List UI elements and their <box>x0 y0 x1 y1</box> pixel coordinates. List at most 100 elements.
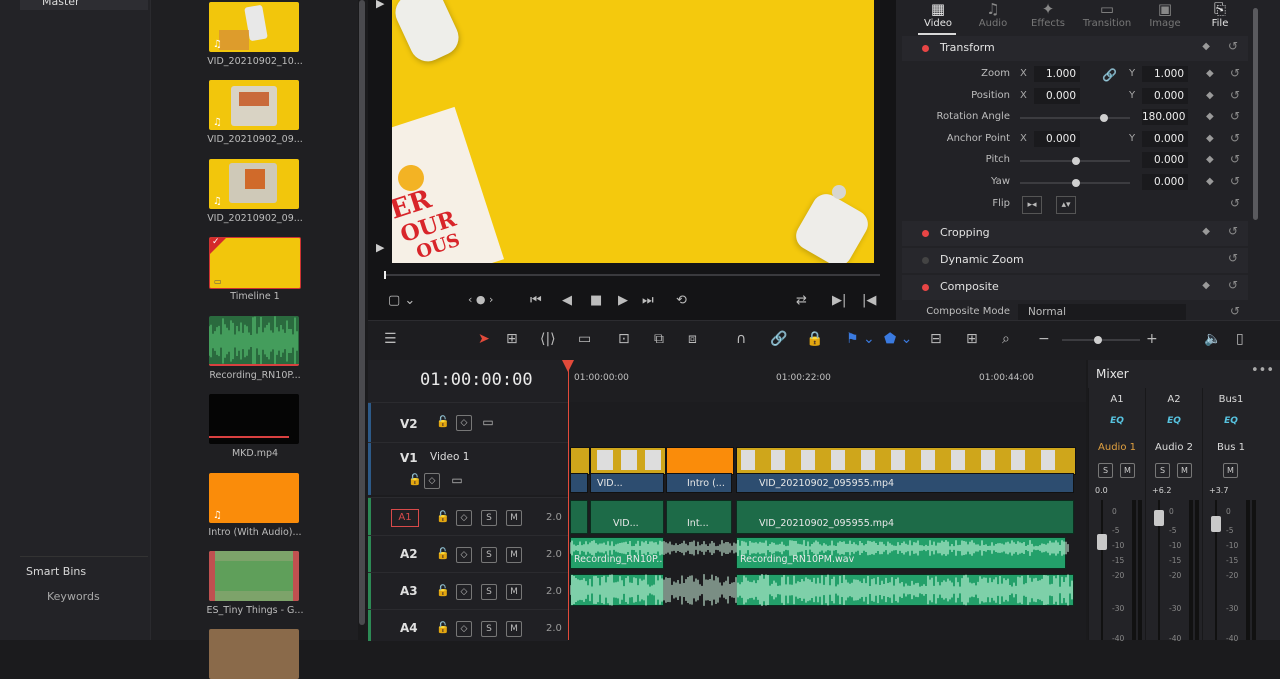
solo-button[interactable]: S <box>481 547 497 563</box>
tab-effects[interactable]: ✦ Effects <box>1024 0 1072 29</box>
zoom-full-icon[interactable]: ⊟ <box>930 331 942 347</box>
track-header-v1[interactable]: V1 Video 1 🔓 ◇ ▭ <box>368 442 568 495</box>
keyframe-icon[interactable]: ◆ <box>1206 90 1214 101</box>
loop-icon[interactable]: ⟲ <box>676 293 687 308</box>
more-options-icon[interactable]: ••• <box>1251 363 1274 378</box>
enable-toggle[interactable] <box>922 230 929 237</box>
go-to-end-icon[interactable]: ⏭ <box>642 293 654 308</box>
zoom-detail-icon[interactable]: ⊞ <box>966 331 978 347</box>
eq-button[interactable]: EQ <box>1146 416 1202 426</box>
position-lock-icon[interactable]: 🔒 <box>806 331 823 347</box>
composite-mode-select[interactable]: Normal <box>1018 304 1186 320</box>
video-clip[interactable]: Intro (... <box>666 473 732 493</box>
video-clip[interactable] <box>570 473 588 493</box>
pitch-field[interactable]: 0.000 <box>1142 152 1188 168</box>
keyframe-icon[interactable]: ◆ <box>1202 226 1210 237</box>
media-clip-thumbnail[interactable]: ♫ <box>209 2 299 52</box>
mute-button[interactable]: M <box>1223 463 1238 478</box>
keyframe-icon[interactable]: ◆ <box>1206 111 1214 122</box>
zoom-slider[interactable] <box>1062 336 1140 344</box>
flip-horizontal-icon[interactable]: ▸◂ <box>1022 196 1042 214</box>
section-cropping[interactable]: Cropping ◆ ↺ <box>902 221 1248 246</box>
tab-file[interactable]: ⎘ File <box>1196 0 1244 29</box>
viewer-scrubber[interactable] <box>384 271 880 279</box>
audio-clip-thumbnail[interactable] <box>209 316 299 366</box>
disable-track-icon[interactable]: ▭ <box>481 415 495 429</box>
tab-audio[interactable]: ♫ Audio <box>969 0 1017 29</box>
play-icon[interactable]: ▶ <box>618 293 628 308</box>
section-dynamic-zoom[interactable]: Dynamic Zoom ↺ <box>902 248 1248 273</box>
volume-icon[interactable]: 🔈 <box>1204 331 1221 347</box>
viewer-frame[interactable]: ER OUR OUS <box>392 0 874 263</box>
overwrite-clip-icon[interactable]: ⧉ <box>654 331 664 347</box>
reset-icon[interactable]: ↺ <box>1230 152 1240 166</box>
volume-fader[interactable] <box>1154 510 1164 526</box>
audio-clip[interactable] <box>570 500 588 534</box>
mute-button[interactable]: M <box>506 621 522 637</box>
dynamic-trim-icon[interactable]: ⟨|⟩ <box>540 331 556 347</box>
track-header-a3[interactable]: A3 🔓 ◇ S M 2.0 <box>368 572 568 610</box>
reset-icon[interactable]: ↺ <box>1230 109 1240 123</box>
video-clip-thumbnail[interactable] <box>590 447 666 475</box>
reset-icon[interactable]: ↺ <box>1228 39 1238 53</box>
link-icon[interactable]: 🔗 <box>1102 68 1117 82</box>
bin-master[interactable]: Master <box>20 0 148 10</box>
auto-select-icon[interactable]: ◇ <box>456 510 472 526</box>
section-composite[interactable]: Composite ◆ ↺ <box>902 275 1248 300</box>
reset-icon[interactable]: ↺ <box>1230 196 1240 210</box>
mixer-toggle-icon[interactable]: ▯ <box>1236 331 1244 347</box>
smart-bins-header[interactable]: Smart Bins <box>26 565 86 578</box>
inspector-scrollbar[interactable] <box>1253 8 1258 220</box>
eq-button[interactable]: EQ <box>1089 416 1145 426</box>
reset-icon[interactable]: ↺ <box>1230 131 1240 145</box>
solo-button[interactable]: S <box>1155 463 1170 478</box>
flag-icon[interactable]: ⚑ ⌄ <box>846 331 875 347</box>
mute-button[interactable]: M <box>506 547 522 563</box>
solo-button[interactable]: S <box>1098 463 1113 478</box>
volume-fader[interactable] <box>1211 516 1221 532</box>
solo-button[interactable]: S <box>481 621 497 637</box>
lock-icon[interactable]: 🔓 <box>436 415 450 428</box>
reset-icon[interactable]: ↺ <box>1228 224 1238 238</box>
position-x-field[interactable]: 0.000 <box>1034 88 1080 104</box>
audio-clip[interactable]: Int... <box>666 500 732 534</box>
media-clip-thumbnail[interactable]: ♫ <box>209 159 299 209</box>
enable-toggle[interactable] <box>922 45 929 52</box>
eq-button[interactable]: EQ <box>1203 416 1259 426</box>
auto-select-icon[interactable]: ◇ <box>456 415 472 431</box>
auto-select-icon[interactable]: ◇ <box>456 621 472 637</box>
playhead[interactable] <box>562 360 574 640</box>
track-a1-label[interactable]: A1 <box>391 509 419 527</box>
rotation-field[interactable]: 180.000 <box>1142 109 1188 125</box>
replace-clip-icon[interactable]: ⧈ <box>688 331 697 347</box>
enable-toggle[interactable] <box>922 284 929 291</box>
reset-icon[interactable]: ↺ <box>1228 251 1238 265</box>
viewer-frame-icon[interactable]: ▢ ⌄ <box>388 293 415 308</box>
zoom-out-icon[interactable]: − <box>1038 331 1050 347</box>
prev-clip-icon[interactable]: |◀ <box>862 293 876 308</box>
timeline-options-icon[interactable]: ☰ <box>384 331 397 347</box>
smart-bin-keywords[interactable]: Keywords <box>47 590 100 603</box>
reset-icon[interactable]: ↺ <box>1228 278 1238 292</box>
match-frame-icon[interactable]: ⇄ <box>796 293 807 308</box>
track-header-a1[interactable]: A1 🔓 ◇ S M 2.0 <box>368 497 568 536</box>
prev-edit-icon[interactable]: ▶︎ <box>376 0 384 10</box>
keyframe-icon[interactable]: ◆ <box>1202 280 1210 291</box>
video-clip[interactable]: VID_20210902_095955.mp4 <box>736 473 1074 493</box>
keyframe-icon[interactable]: ◆ <box>1206 68 1214 79</box>
lock-icon[interactable]: 🔓 <box>436 584 450 597</box>
keyframe-icon[interactable]: ◆ <box>1202 41 1210 52</box>
zoom-custom-icon[interactable]: ⌕ <box>1002 331 1010 347</box>
mute-button[interactable]: M <box>1120 463 1135 478</box>
anchor-y-field[interactable]: 0.000 <box>1142 131 1188 147</box>
snapping-icon[interactable]: ∩ <box>736 331 746 347</box>
mute-button[interactable]: M <box>506 510 522 526</box>
yaw-slider[interactable] <box>1020 179 1130 187</box>
stop-icon[interactable]: ■ <box>590 293 602 308</box>
yaw-field[interactable]: 0.000 <box>1142 174 1188 190</box>
go-to-start-icon[interactable]: ⏮ <box>530 293 542 308</box>
position-y-field[interactable]: 0.000 <box>1142 88 1188 104</box>
media-clip-thumbnail[interactable]: ♫ <box>209 473 299 523</box>
lock-icon[interactable]: 🔓 <box>436 621 450 634</box>
timecode-display[interactable]: 01:00:00:00 <box>420 370 533 390</box>
